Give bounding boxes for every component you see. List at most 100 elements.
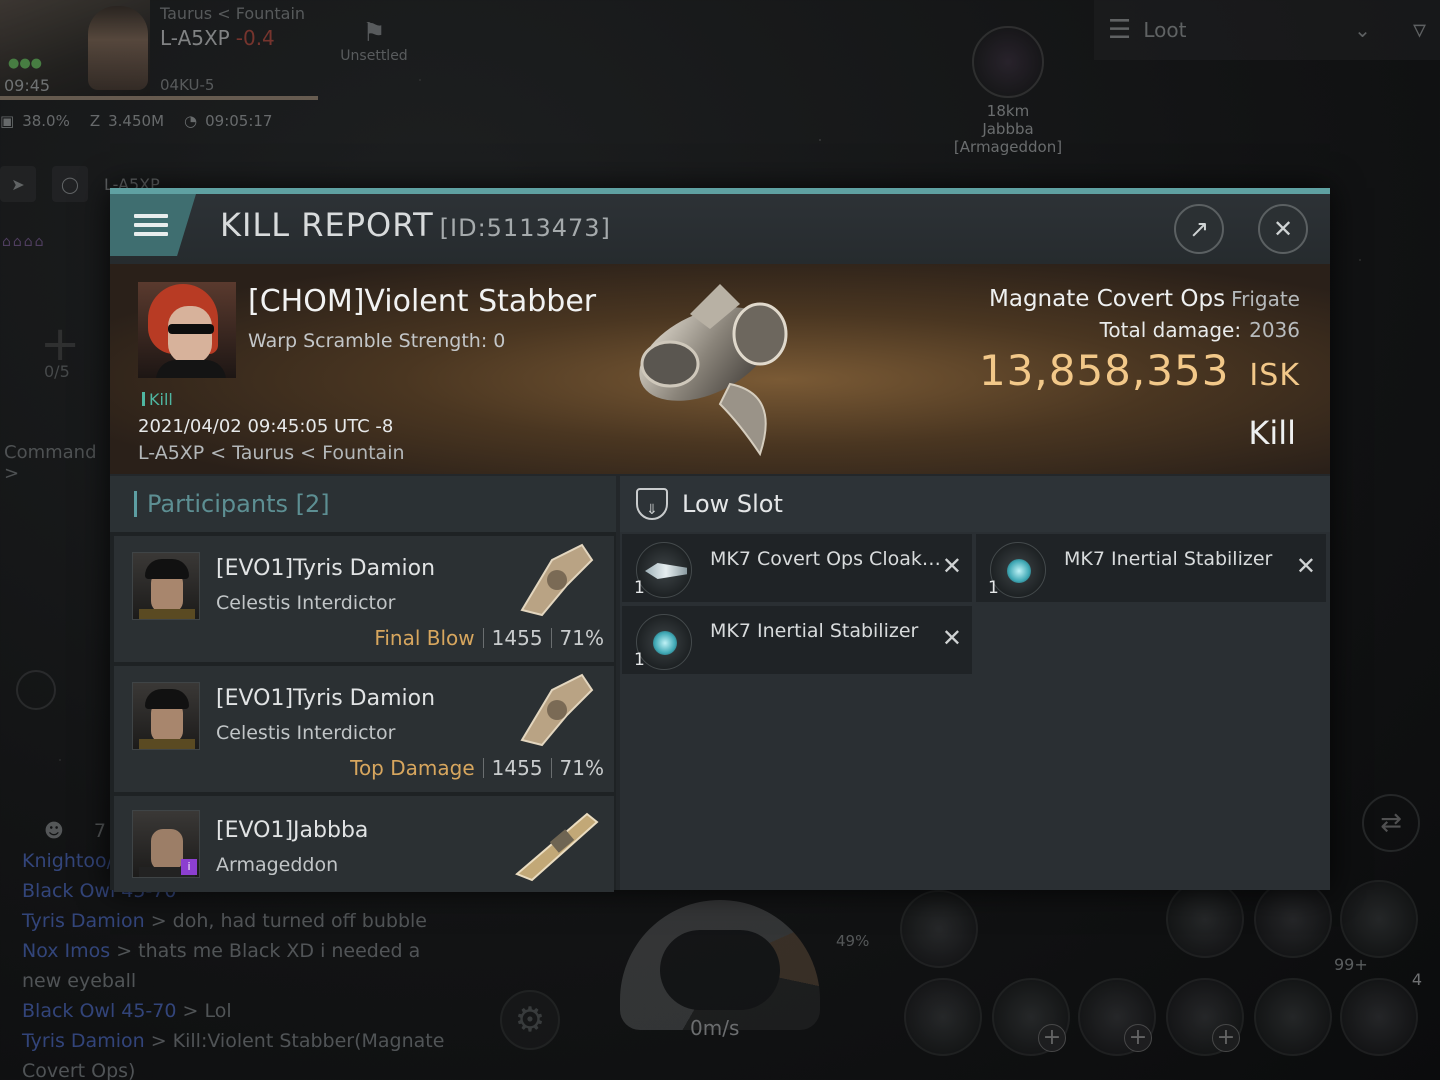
slot-item-name: MK7 Covert Ops Cloaking... [710,548,946,570]
module-slot[interactable] [1166,880,1244,958]
participant-row[interactable]: [EVO1]Tyris Damion Celestis Interdictor … [114,666,614,792]
chat-line: Black Owl 45-70 > Lol [22,1000,232,1022]
module-slot[interactable]: 99+ [1334,880,1418,974]
avatar [132,552,200,620]
menu-button[interactable] [110,194,196,256]
chat-line: Nox Imos > thats me Black XD i needed a … [22,940,421,992]
participants-header[interactable]: Participants [2] [110,476,616,532]
dialog-header: KILL REPORT [ID:5113473] ↗ ✕ [110,194,1330,264]
module-slot[interactable]: + [992,978,1070,1056]
chevron-down-icon[interactable]: ⌄ [1354,18,1371,42]
add-module-icon: + [1038,1024,1066,1052]
slot-item[interactable]: 1 MK7 Inertial Stabilizer ✕ [622,606,972,674]
avatar: i [132,810,200,878]
region-path: Taurus < Fountain [160,4,306,23]
module-slot[interactable]: 4 [1340,970,1422,1056]
swap-icon[interactable]: ⇄ [1362,794,1420,852]
autopilot-icon[interactable]: ◯ [52,166,88,202]
participant-ship-image [520,543,594,617]
module-slot[interactable] [1254,978,1332,1056]
participant-name: [EVO1]Jabbba [216,818,369,843]
participant-name: [EVO1]Tyris Damion [216,556,436,581]
slot-item-name: MK7 Inertial Stabilizer [1064,548,1273,570]
kill-result: Kill [1248,414,1296,452]
radar-icon[interactable] [16,670,56,710]
overview-settings-icon: ☰ [1108,15,1132,45]
chat-member-count: ☻ 7 [44,820,106,842]
participant-ship-image [520,673,594,747]
victim-portrait[interactable] [138,282,236,378]
people-icon: ☻ [44,820,64,842]
planet-icon: ◔ [184,112,198,130]
navigate-icon[interactable]: ➤ [0,166,36,202]
status-bar [0,96,318,100]
slot-item-name: MK7 Inertial Stabilizer [710,620,919,642]
victim-ship-image[interactable] [610,274,830,464]
kill-location: L-A5XP < Taurus < Fountain [138,442,405,464]
cargo-icon: ▣ [0,112,15,130]
destroyed-icon: ✕ [1295,552,1316,580]
avatar [132,682,200,750]
low-slot-icon: ⇓ [636,488,668,520]
clock-time: 09:45 [4,76,51,95]
warp-scramble-strength: Warp Scramble Strength: 0 [248,330,506,352]
participant-stats: Top Damage 1455 71% [350,756,604,780]
module-slot[interactable] [1254,880,1332,958]
destroyed-icon: ✕ [941,552,962,580]
info-badge-icon: i [181,859,197,875]
participant-row[interactable]: i [EVO1]Jabbba Armageddon [114,796,614,892]
slot-item[interactable]: 1 MK7 Covert Ops Cloaking... ✕ [622,534,972,602]
hamburger-icon [134,209,168,241]
target-card[interactable]: 18km Jabbba [Armageddon] [948,26,1068,156]
participants-panel: Participants [2] [EVO1]Tyris Damion Cele… [110,476,616,892]
participant-stats: Final Blow 1455 71% [374,626,604,650]
loot-filter-bar[interactable]: ☰ Loot ⌄ ▿ [1094,0,1440,60]
kill-tag: Kill [142,390,173,409]
close-button[interactable]: ✕ [1258,204,1308,254]
report-id: [ID:5113473] [439,214,611,242]
module-slot[interactable] [904,978,982,1056]
filter-icon[interactable]: ▿ [1413,15,1426,45]
fleet-icons[interactable]: ⌂⌂⌂⌂ [2,234,46,250]
low-slot-header: ⇓ Low Slot [620,476,1330,532]
destroyed-icon: ✕ [941,624,962,652]
character-panel[interactable]: ●●● 09:45 Taurus < Fountain L-A5XP -0.4 0… [0,0,330,160]
victim-summary: [CHOM]Violent Stabber Warp Scramble Stre… [110,264,1330,474]
target-ship-icon [972,26,1044,98]
nearby-system: 04KU-5 [160,76,215,94]
chat-line: Tyris Damion > doh, had turned off bubbl… [22,910,427,932]
victim-name[interactable]: [CHOM]Violent Stabber [248,284,596,319]
share-button[interactable]: ↗ [1174,204,1224,254]
current-system[interactable]: L-A5XP -0.4 [160,26,275,50]
speed-dial[interactable]: 0m/s 49% [620,900,869,1060]
victim-ship-type: Magnate Covert Ops Frigate [989,286,1300,312]
module-rack: 99+ + + + 4 [900,870,1440,1080]
dialog-title: KILL REPORT [ID:5113473] [220,206,611,244]
total-damage: Total damage: 2036 [1099,318,1300,342]
flag-icon: ⚑ [362,18,386,48]
kill-timestamp: 2021/04/02 09:45:05 UTC -8 [138,416,394,437]
module-slot[interactable] [900,890,978,968]
chat-line: Tyris Damion > Kill:Violent Stabber(Magn… [22,1030,445,1080]
participant-ship-image [515,812,599,882]
slot-item[interactable]: 1 MK7 Inertial Stabilizer ✕ [976,534,1326,602]
final-blow-tag: Final Blow [374,626,475,650]
add-module-icon: + [1124,1024,1152,1052]
stats-row: ▣ 38.0% Z 3.450M ◔ 09:05:17 [0,112,273,130]
wallet-icon: Z [89,112,101,130]
loot-dropdown[interactable]: Loot [1143,18,1186,42]
module-slot[interactable]: + [1078,978,1156,1056]
gear-icon[interactable]: ⚙ [500,990,560,1050]
participant-ship: Celestis Interdictor [216,722,396,744]
unsettled-button[interactable]: ⚑ Unsettled [338,18,410,64]
participant-ship: Armageddon [216,854,339,876]
share-icon: ↗ [1188,215,1210,243]
add-module-icon: + [1212,1024,1240,1052]
top-damage-tag: Top Damage [350,756,475,780]
participant-row[interactable]: [EVO1]Tyris Damion Celestis Interdictor … [114,536,614,662]
participant-ship: Celestis Interdictor [216,592,396,614]
command-label[interactable]: Command > [4,442,110,484]
module-slot[interactable]: + [1166,978,1244,1056]
participant-name: [EVO1]Tyris Damion [216,686,436,711]
kill-report-dialog: KILL REPORT [ID:5113473] ↗ ✕ [CHOM]Violen… [110,188,1330,892]
